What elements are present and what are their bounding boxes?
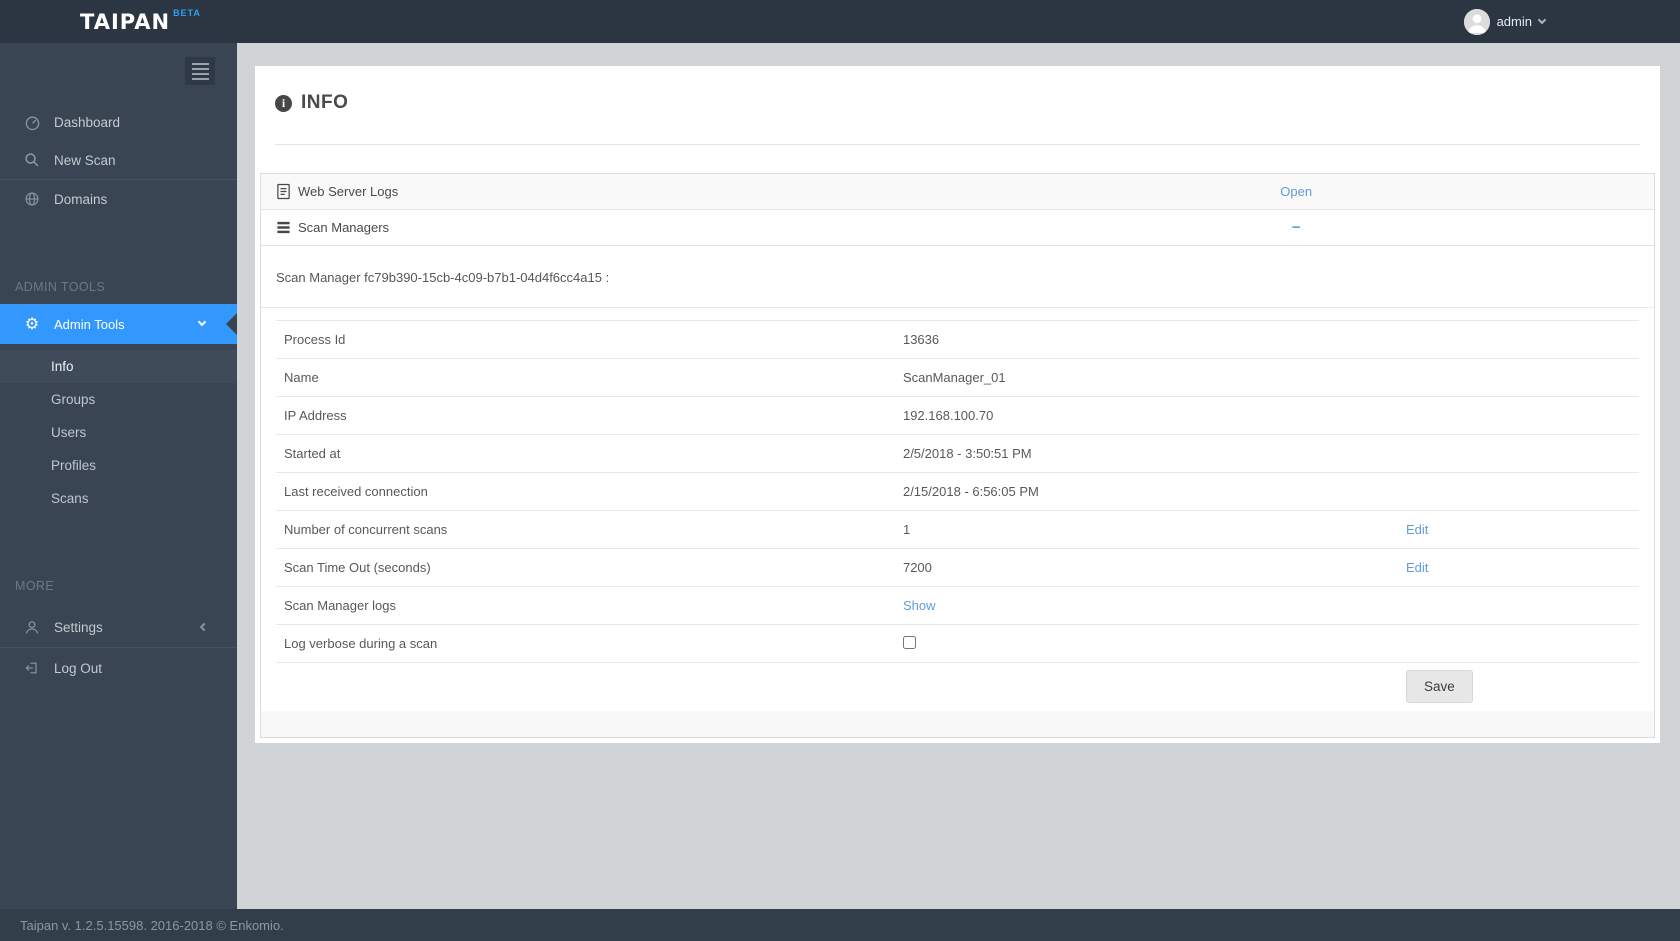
log-verbose-checkbox[interactable] [902, 635, 916, 649]
table-row: Number of concurrent scans 1 Edit [276, 511, 1639, 549]
collapse-link[interactable]: − [1292, 219, 1301, 236]
search-icon [23, 152, 41, 168]
detail-label: Log verbose during a scan [284, 636, 438, 651]
sidebar-subitem-info[interactable]: Info [0, 350, 237, 383]
logout-icon [23, 660, 41, 676]
username-label: admin [1496, 14, 1532, 29]
file-text-icon [276, 183, 291, 200]
sidebar-item-new-scan[interactable]: New Scan [0, 141, 237, 179]
sidebar-item-settings[interactable]: Settings [0, 607, 237, 647]
subitem-label: Scans [51, 491, 89, 506]
table-row: Process Id 13636 [276, 321, 1639, 359]
sidebar-item-log-out[interactable]: Log Out [0, 648, 237, 688]
sidebar: Dashboard New Scan Domains ADMIN TOOLS ⚙… [0, 43, 237, 909]
beta-badge: BETA [173, 7, 201, 18]
card-header: i INFO [255, 92, 1660, 114]
detail-value: 2/5/2018 - 3:50:51 PM [902, 446, 1032, 461]
sidebar-subitem-scans[interactable]: Scans [0, 482, 237, 515]
detail-value: 192.168.100.70 [902, 408, 994, 423]
sidebar-subitem-users[interactable]: Users [0, 416, 237, 449]
panel-web-server-logs: Web Server Logs Open [261, 174, 1654, 210]
info-circle-icon: i [275, 94, 292, 112]
edit-link[interactable]: Edit [1406, 522, 1428, 537]
panel-label: Scan Managers [298, 220, 390, 235]
avatar [1463, 8, 1490, 35]
open-link[interactable]: Open [1280, 184, 1312, 199]
active-item-notch [226, 313, 237, 335]
subitem-label: Profiles [51, 458, 97, 473]
subitem-label: Groups [51, 392, 96, 407]
footer-text: Taipan v. 1.2.5.15598. 2016-2018 © Enkom… [20, 917, 284, 933]
chevron-down-icon [1537, 15, 1547, 24]
user-silhouette-icon [1463, 8, 1490, 35]
header-divider [275, 144, 1640, 145]
list-icon [276, 220, 291, 235]
panel-footer-strip [261, 711, 1654, 737]
chevron-down-icon [197, 317, 207, 327]
globe-icon [23, 191, 41, 207]
sidebar-item-domains[interactable]: Domains [0, 180, 237, 218]
sidebar-item-label: Log Out [54, 660, 103, 676]
panel-scan-managers: Scan Managers − [261, 210, 1654, 246]
subitem-label: Info [51, 359, 74, 374]
table-row: Scan Manager logs Show [276, 587, 1639, 625]
app-logo[interactable]: TAIPAN BETA [80, 7, 201, 34]
section-label-more: MORE [15, 579, 55, 593]
show-link[interactable]: Show [903, 598, 936, 613]
scan-manager-heading: Scan Manager fc79b390-15cb-4c09-b7b1-04d… [261, 246, 1654, 308]
gear-icon: ⚙ [24, 314, 40, 333]
details-table: Process Id 13636 Name ScanManager_01 IP … [276, 320, 1639, 709]
chevron-left-icon [199, 622, 209, 632]
detail-value: ScanManager_01 [902, 370, 1006, 385]
logo-text: TAIPAN [80, 9, 171, 34]
person-icon [23, 619, 41, 636]
sidebar-toggle-button[interactable] [185, 57, 215, 85]
app-window: TAIPAN BETA admin Dashboard New Scan Dom… [0, 0, 1680, 941]
detail-value: 13636 [902, 332, 940, 347]
table-row: Last received connection 2/15/2018 - 6:5… [276, 473, 1639, 511]
detail-value: 2/15/2018 - 6:56:05 PM [902, 484, 1039, 499]
sidebar-item-dashboard[interactable]: Dashboard [0, 103, 237, 141]
detail-label: IP Address [284, 408, 347, 423]
detail-label: Number of concurrent scans [284, 522, 448, 537]
detail-label: Scan Time Out (seconds) [284, 560, 431, 575]
sidebar-item-label: New Scan [54, 152, 116, 168]
table-row: Log verbose during a scan [276, 625, 1639, 663]
detail-label: Name [284, 370, 319, 385]
sidebar-item-label: Domains [54, 191, 108, 207]
table-row: IP Address 192.168.100.70 [276, 397, 1639, 435]
detail-label: Last received connection [284, 484, 428, 499]
sidebar-item-label: Admin Tools [54, 316, 125, 332]
top-navbar: TAIPAN BETA admin [0, 0, 1680, 43]
detail-value: 1 [902, 522, 911, 537]
sidebar-item-label: Dashboard [54, 114, 121, 130]
scan-manager-panel-body: Scan Manager fc79b390-15cb-4c09-b7b1-04d… [261, 246, 1654, 737]
info-card: i INFO Web Server Logs Open Scan Manager… [255, 66, 1660, 743]
dashboard-icon [23, 114, 41, 131]
table-row: Name ScanManager_01 [276, 359, 1639, 397]
sidebar-item-label: Settings [54, 619, 103, 635]
table-row: Started at 2/5/2018 - 3:50:51 PM [276, 435, 1639, 473]
sidebar-subitem-profiles[interactable]: Profiles [0, 449, 237, 482]
table-row: Scan Time Out (seconds) 7200 Edit [276, 549, 1639, 587]
detail-label: Scan Manager logs [284, 598, 397, 613]
sidebar-subitem-groups[interactable]: Groups [0, 383, 237, 416]
section-label-admin-tools: ADMIN TOOLS [15, 280, 106, 294]
sidebar-item-admin-tools[interactable]: ⚙ Admin Tools [0, 304, 237, 344]
detail-value: 7200 [902, 560, 932, 575]
subitem-label: Users [51, 425, 87, 440]
page-title: INFO [301, 92, 349, 113]
panel-label: Web Server Logs [298, 184, 399, 199]
detail-label: Started at [284, 446, 341, 461]
app-footer: Taipan v. 1.2.5.15598. 2016-2018 © Enkom… [0, 909, 1680, 941]
user-menu[interactable]: admin [1463, 8, 1547, 35]
edit-link[interactable]: Edit [1406, 560, 1428, 575]
save-button[interactable]: Save [1406, 669, 1473, 703]
save-row: Save [276, 663, 1639, 709]
detail-label: Process Id [284, 332, 346, 347]
content-area: i INFO Web Server Logs Open Scan Manager… [237, 43, 1680, 909]
accordion: Web Server Logs Open Scan Managers − Sca… [260, 173, 1655, 738]
